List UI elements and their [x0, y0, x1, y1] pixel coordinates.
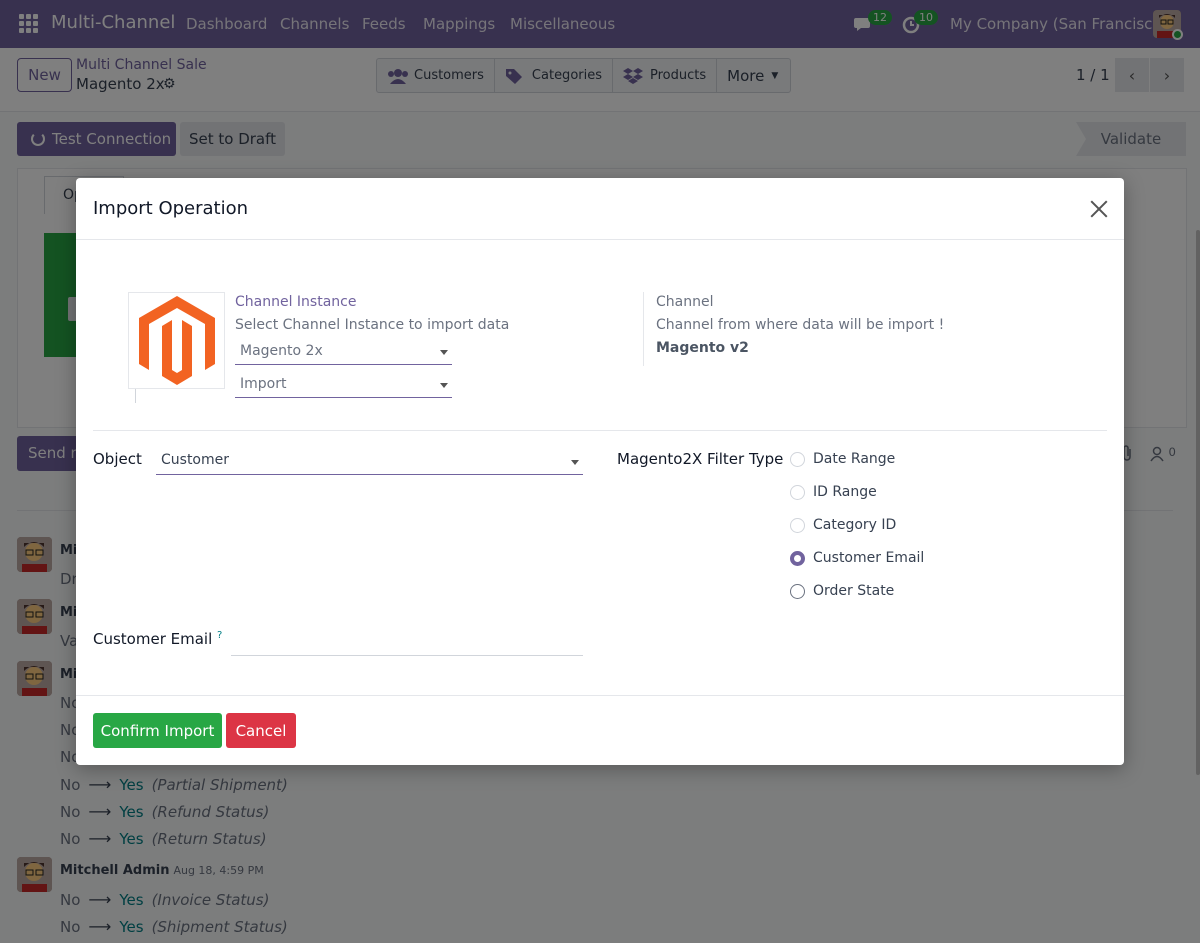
- magento-logo: [128, 292, 225, 389]
- cancel-button[interactable]: Cancel: [226, 713, 296, 748]
- radio-button[interactable]: [790, 451, 805, 467]
- channel-description: Channel from where data will be import !: [656, 317, 945, 333]
- import-operation-dialog: Import Operation Channel Instance Select…: [76, 178, 1124, 765]
- filter-type-label: Magento2X Filter Type: [617, 450, 784, 468]
- radio-label: Date Range: [813, 451, 896, 467]
- channel-instance-description: Select Channel Instance to import data: [235, 317, 510, 333]
- vertical-divider: [643, 292, 644, 366]
- radio-label: Order State: [813, 583, 895, 599]
- close-icon[interactable]: [1088, 198, 1110, 220]
- radio-label: ID Range: [813, 484, 877, 500]
- radio-button[interactable]: [790, 583, 805, 599]
- modal-footer: Confirm Import Cancel: [76, 695, 1124, 765]
- object-select[interactable]: Customer: [156, 449, 583, 475]
- object-value: Customer: [161, 452, 230, 468]
- filter-option-date-range[interactable]: Date Range: [790, 451, 895, 467]
- channel-instance-value: Magento 2x: [240, 343, 323, 359]
- radio-button[interactable]: [790, 517, 805, 533]
- channel-value: Magento v2: [656, 340, 749, 356]
- filter-option-customer-email[interactable]: Customer Email: [790, 550, 924, 566]
- divider: [135, 389, 136, 403]
- object-label: Object: [93, 450, 142, 468]
- confirm-import-button[interactable]: Confirm Import: [93, 713, 222, 748]
- section-divider: [93, 430, 1107, 431]
- radio-label: Category ID: [813, 517, 897, 533]
- customer-email-label-text: Customer Email: [93, 630, 213, 648]
- filter-option-order-state[interactable]: Order State: [790, 583, 894, 599]
- radio-label: Customer Email: [813, 550, 925, 566]
- caret-down-icon: [440, 383, 448, 388]
- modal-title: Import Operation: [93, 198, 249, 219]
- operation-value: Import: [240, 376, 287, 392]
- channel-instance-label: Channel Instance: [235, 294, 357, 310]
- customer-email-input[interactable]: [231, 630, 583, 656]
- radio-button[interactable]: [790, 484, 805, 500]
- caret-down-icon: [571, 460, 579, 465]
- caret-down-icon: [440, 350, 448, 355]
- customer-email-label: Customer Email ?: [93, 630, 222, 648]
- filter-option-id-range[interactable]: ID Range: [790, 484, 877, 500]
- filter-option-category-id[interactable]: Category ID: [790, 517, 896, 533]
- radio-button-selected[interactable]: [790, 550, 805, 566]
- modal-header: Import Operation: [76, 178, 1124, 240]
- help-tooltip-icon[interactable]: ?: [217, 630, 222, 641]
- operation-select[interactable]: Import: [235, 372, 452, 398]
- channel-label: Channel: [656, 294, 714, 310]
- channel-instance-select[interactable]: Magento 2x: [235, 339, 452, 365]
